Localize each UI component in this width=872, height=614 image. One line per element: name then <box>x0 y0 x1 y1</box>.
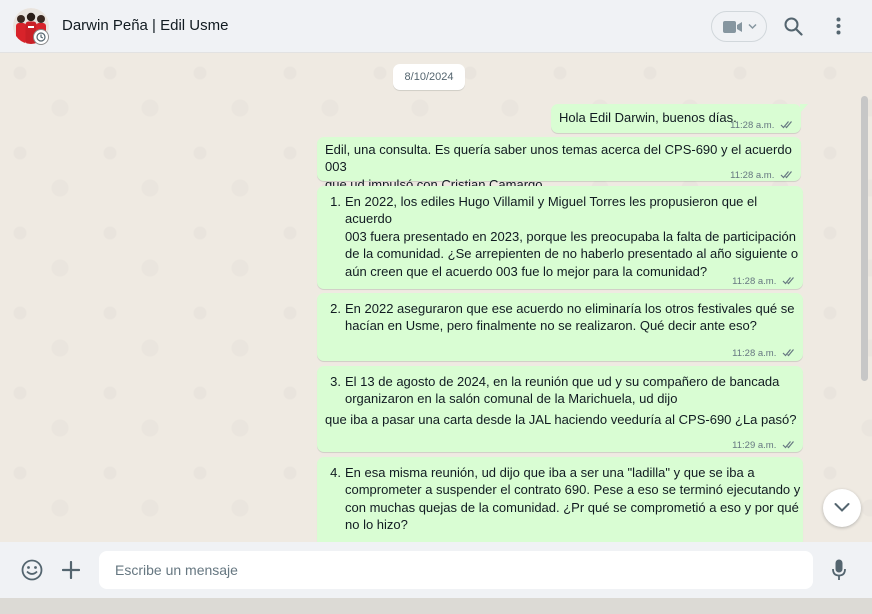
message-line: organizaron en la salón comunal de la Ma… <box>345 391 678 407</box>
chevron-down-icon <box>748 23 757 30</box>
message-line: comprometer a suspender el contrato 690.… <box>345 482 801 498</box>
bottom-edge <box>0 598 872 614</box>
list-number: 2. <box>330 301 341 316</box>
message-text: En esa misma reunión, ud dijo que iba a … <box>345 464 800 534</box>
message-bubble[interactable]: Hola Edil Darwin, buenos días. 11:28 a.m… <box>551 104 808 134</box>
composer-bar: Escribe un mensaje <box>0 542 872 598</box>
list-number: 1. <box>330 194 341 209</box>
message-time: 11:28 a.m. <box>732 276 777 287</box>
plus-icon[interactable] <box>62 561 80 579</box>
message-line: En 2022, los ediles Hugo Villamil y Migu… <box>345 194 758 227</box>
message-time: 11:29 a.m. <box>732 440 777 451</box>
video-call-icon <box>723 21 742 33</box>
read-ticks-icon <box>782 349 794 357</box>
scroll-to-bottom-button[interactable] <box>823 489 861 527</box>
message-time: 11:28 a.m. <box>732 348 777 359</box>
message-line: El 13 de agosto de 2024, en la reunión q… <box>345 374 780 389</box>
search-icon[interactable] <box>784 17 803 36</box>
message-bubble[interactable]: 2. En 2022 aseguraron que ese acuerdo no… <box>317 293 803 361</box>
message-line: En 2022 aseguraron que ese acuerdo no el… <box>345 301 795 316</box>
emoji-icon[interactable] <box>21 559 43 581</box>
message-text: En 2022, los ediles Hugo Villamil y Migu… <box>345 193 803 280</box>
message-time: 11:28 a.m. <box>730 170 775 181</box>
chevron-down-icon <box>834 503 850 512</box>
read-ticks-icon <box>782 441 794 449</box>
message-bubble[interactable]: Edil, una consulta. Es quería saber unos… <box>317 137 801 192</box>
video-call-button[interactable] <box>711 11 767 42</box>
bubble-tail <box>800 104 808 113</box>
message-bubble[interactable]: 3. El 13 de agosto de 2024, en la reunió… <box>317 366 803 452</box>
message-line: no lo hizo? <box>345 517 408 533</box>
message-text: El 13 de agosto de 2024, en la reunión q… <box>345 373 779 408</box>
status-icon <box>33 29 49 45</box>
message-bubble[interactable]: 1. En 2022, los ediles Hugo Villamil y M… <box>317 186 803 289</box>
read-ticks-icon <box>782 277 794 285</box>
contact-name[interactable]: Darwin Peña | Edil Usme <box>62 17 228 34</box>
message-meta: 11:28 a.m. <box>732 273 796 290</box>
message-meta: 11:29 a.m. <box>732 437 796 454</box>
message-time: 11:28 a.m. <box>730 120 775 131</box>
message-bubble[interactable]: 4. En esa misma reunión, ud dijo que iba… <box>317 457 803 542</box>
message-line: con muchas quejas de la comunidad. ¿Pr q… <box>345 499 799 515</box>
message-meta: 11:28 a.m. <box>730 167 794 184</box>
message-text: que iba a pasar una carta desde la JAL h… <box>325 412 797 427</box>
menu-dots-icon[interactable] <box>836 17 841 35</box>
message-line: 003 fuera presentado en 2023, porque les… <box>345 228 796 244</box>
microphone-icon[interactable] <box>832 559 846 581</box>
read-ticks-icon <box>780 171 792 179</box>
message-text: En 2022 aseguraron que ese acuerdo no el… <box>345 300 795 335</box>
message-line: de la comunidad. ¿Se arrepienten de no h… <box>345 246 799 262</box>
chat-header: Darwin Peña | Edil Usme <box>0 0 872 53</box>
message-meta: 11:28 a.m. <box>730 117 794 134</box>
chat-panel[interactable]: 8/10/2024 Hola Edil Darwin, buenos días.… <box>0 53 872 542</box>
message-input-placeholder: Escribe un mensaje <box>115 562 238 578</box>
list-number: 4. <box>330 465 341 480</box>
date-separator: 8/10/2024 <box>393 64 465 90</box>
message-input[interactable]: Escribe un mensaje <box>99 551 813 589</box>
message-line: hacían en Usme, pero finalmente no se re… <box>345 318 757 334</box>
message-line: En esa misma reunión, ud dijo que iba a … <box>345 465 755 480</box>
read-ticks-icon <box>780 121 792 129</box>
message-text: Hola Edil Darwin, buenos días. <box>559 110 737 125</box>
list-number: 3. <box>330 374 341 389</box>
chat-scrollbar[interactable] <box>861 96 868 381</box>
message-meta: 11:28 a.m. <box>732 345 796 362</box>
